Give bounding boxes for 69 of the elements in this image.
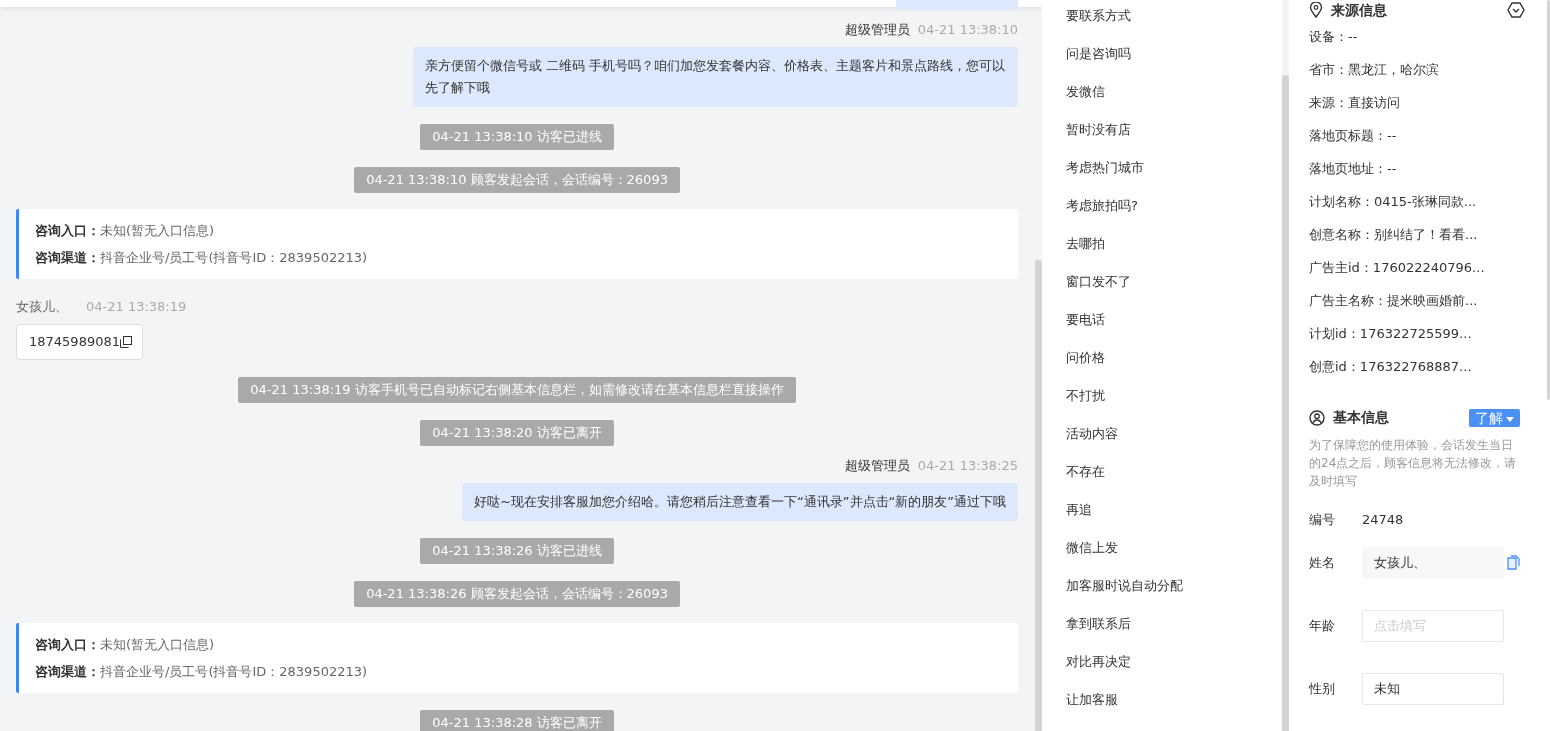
scrollbar-thumb[interactable] <box>1282 75 1289 731</box>
quick-reply-item[interactable]: 窗口发不了 <box>1066 263 1282 301</box>
message-bubble: 好哒~现在安排客服加您介绍哈。请您稍后注意查看一下“通讯录”并点击“新的朋友”通过下哦 <box>462 483 1019 521</box>
entry-info-line: 咨询渠道：抖音企业号/员工号(抖音号ID：2839502213) <box>35 663 369 681</box>
entry-info-line: 咨询渠道：抖音企业号/员工号(抖音号ID：2839502213) <box>35 249 369 267</box>
system-message: 04-21 13:38:28 访客已离开 <box>420 710 614 731</box>
quick-reply-item[interactable]: 再追 <box>1066 491 1282 529</box>
section-title: 来源信息 <box>1331 1 1387 20</box>
quick-reply-item[interactable]: 问价格 <box>1066 339 1282 377</box>
message-bubble: 亲方便留个微信号或 二维码 手机号吗？咱们加您发套餐内容、价格表、主题客片和景点路线，您可以先了解下哦 <box>413 47 1019 107</box>
quick-reply-item[interactable]: 要联系方式 <box>1066 0 1282 35</box>
system-message: 04-21 13:38:26 顾客发起会话，会话编号：26093 <box>354 581 680 607</box>
entry-info-line: 咨询入口：未知(暂无入口信息) <box>35 222 216 240</box>
input-field[interactable]: 未知 <box>1362 672 1504 705</box>
message-time: 04-21 13:38:25 <box>917 457 1019 475</box>
sender-name: 超级管理员 <box>844 457 910 475</box>
system-message: 04-21 13:38:26 访客已进线 <box>420 538 614 564</box>
source-info-row-text: 计划名称：0415-张琳同款... <box>1309 193 1478 211</box>
quick-reply-item[interactable]: 考虑热门城市 <box>1066 149 1282 187</box>
quick-reply-item[interactable]: 暂时没有店 <box>1066 111 1282 149</box>
source-info-row-text: 创意id：176322768887... <box>1309 358 1473 376</box>
quick-reply-item[interactable]: 要电话 <box>1066 301 1282 339</box>
quick-reply-item[interactable]: 活动内容 <box>1066 415 1282 453</box>
quick-reply-item[interactable]: 不存在 <box>1066 453 1282 491</box>
quick-reply-item[interactable]: 问是咨询吗 <box>1066 35 1282 73</box>
source-info-row-text: 创意名称：别纠结了！看看... <box>1309 226 1479 244</box>
source-info-row-text: 落地页地址：-- <box>1309 160 1398 178</box>
copy-icon <box>120 336 132 348</box>
quick-reply-item[interactable]: 微信上发 <box>1066 529 1282 567</box>
system-message: 04-21 13:38:19 访客手机号已自动标记右侧基本信息栏，如需修改请在基本信息栏直接操作 <box>238 377 796 403</box>
location-pin-icon <box>1309 2 1323 18</box>
sender-name: 超级管理员 <box>844 21 910 39</box>
source-info-row-text: 来源：直接访问 <box>1309 94 1401 112</box>
system-message: 04-21 13:38:20 访客已离开 <box>420 420 614 446</box>
scrollbar-thumb[interactable] <box>1547 0 1550 400</box>
system-message: 04-21 13:38:10 访客已进线 <box>420 124 614 150</box>
field-value: 24748 <box>1362 511 1404 529</box>
quick-reply-item[interactable]: 不打扰 <box>1066 377 1282 415</box>
section-title: 基本信息 <box>1333 408 1389 427</box>
quick-reply-item[interactable]: 让加客服 <box>1066 681 1282 719</box>
source-info-row-text: 计划id：176322725599... <box>1309 325 1473 343</box>
quick-reply-item[interactable]: 拿到联系后 <box>1066 605 1282 643</box>
scrollbar-thumb[interactable] <box>1035 260 1043 731</box>
user-circle-icon <box>1309 409 1325 426</box>
field-label: 编号 <box>1309 511 1336 529</box>
quick-reply-item[interactable]: 考虑旅拍吗? <box>1066 187 1282 225</box>
quick-reply-item[interactable]: 对比再决定 <box>1066 643 1282 681</box>
phone-number: 18745989081 <box>29 333 120 352</box>
copy-icon[interactable] <box>1507 555 1520 570</box>
source-info-row-text: 落地页标题：-- <box>1309 127 1398 145</box>
quick-reply-item[interactable]: 去哪拍 <box>1066 225 1282 263</box>
notice-text: 为了保障您的使用体验，会话发生当日的24点之后，顾客信息将无法修改，请及时填写 <box>1309 437 1518 490</box>
system-message: 04-21 13:38:10 顾客发起会话，会话编号：26093 <box>354 167 680 193</box>
field-label: 性别 <box>1309 679 1336 698</box>
caret-icon <box>1503 416 1514 423</box>
quick-reply-item[interactable]: 发微信 <box>1066 73 1282 111</box>
source-info-row-text: 广告主名称：提米映画婚前... <box>1309 292 1479 310</box>
sender-name: 女孩儿、 <box>16 298 68 316</box>
message-time: 04-21 13:38:19 <box>86 298 187 316</box>
source-info-row-text: 广告主id：176022240796... <box>1309 259 1486 277</box>
source-info-row-text: 省市：黑龙江，哈尔滨 <box>1309 61 1440 79</box>
field-label: 姓名 <box>1309 553 1336 572</box>
message-time: 04-21 13:38:10 <box>917 21 1019 39</box>
field-label: 年龄 <box>1309 616 1336 635</box>
quick-reply-item[interactable]: 加客服时说自动分配 <box>1066 567 1282 605</box>
expand-icon[interactable] <box>1507 2 1525 18</box>
source-info-row-text: 设备：-- <box>1309 28 1359 46</box>
entry-info-line: 咨询入口：未知(暂无入口信息) <box>35 636 216 654</box>
name-field: 女孩儿、 <box>1362 546 1504 579</box>
